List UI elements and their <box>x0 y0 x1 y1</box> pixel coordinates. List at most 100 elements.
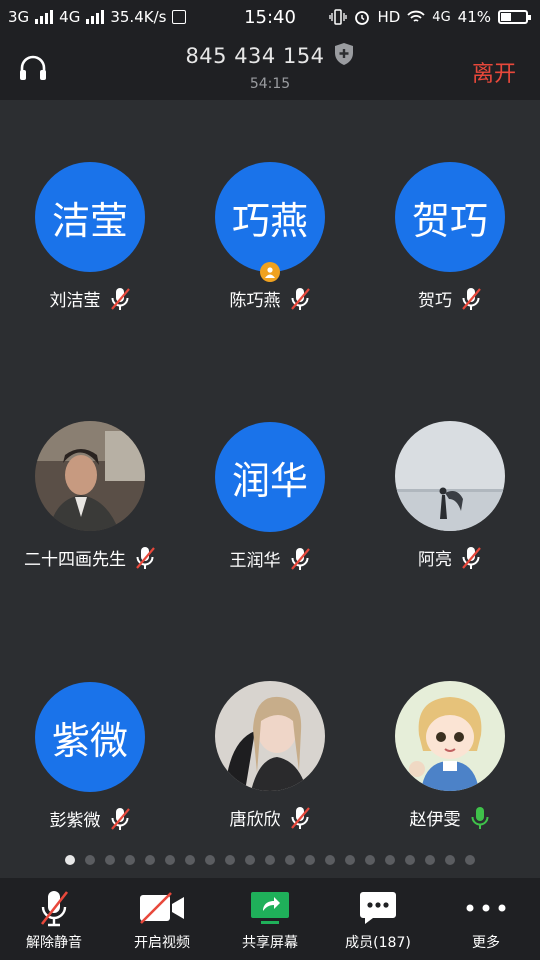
participant-tile[interactable]: 唐欣欣 <box>180 681 360 830</box>
participant-avatar: 紫微 <box>35 682 145 792</box>
figure-on-beach-photo <box>395 421 505 531</box>
page-dot[interactable] <box>325 855 335 865</box>
participant-name: 陈巧燕 <box>229 291 281 311</box>
participant-name: 王润华 <box>229 551 281 571</box>
chat-bubble-icon <box>360 892 396 924</box>
page-dot[interactable] <box>85 855 95 865</box>
participant-name-row: 陈巧燕 <box>180 286 360 311</box>
bottom-toolbar: 解除静音 开启视频 共享屏幕 成员(187) 更多 <box>0 878 540 960</box>
share-screen-label: 共享屏幕 <box>242 935 298 951</box>
page-dot[interactable] <box>425 855 435 865</box>
page-dot[interactable] <box>385 855 395 865</box>
mic-muted-icon <box>40 891 69 927</box>
participant-avatar: 贺巧 <box>395 162 505 272</box>
meeting-duration: 54:15 <box>249 76 291 92</box>
unmute-label: 解除静音 <box>26 935 82 951</box>
page-dot[interactable] <box>365 855 375 865</box>
page-dot[interactable] <box>465 855 475 865</box>
participant-tile[interactable]: 阿亮 <box>360 421 540 570</box>
participant-name: 阿亮 <box>418 550 452 570</box>
battery-icon <box>498 10 531 24</box>
page-dot[interactable] <box>125 855 135 865</box>
start-video-button[interactable]: 开启视频 <box>108 878 216 960</box>
page-dot[interactable] <box>225 855 235 865</box>
participant-name-row: 贺巧 <box>360 286 540 311</box>
mic-muted-icon <box>110 807 130 830</box>
members-button[interactable]: 成员(187) <box>324 878 432 960</box>
participant-name-row: 赵伊雯 <box>360 805 540 830</box>
participant-name: 刘洁莹 <box>49 291 101 311</box>
battery-percent: 41% <box>457 8 491 26</box>
more-label: 更多 <box>472 935 500 951</box>
page-dot[interactable] <box>405 855 415 865</box>
mic-muted-icon <box>290 547 310 570</box>
page-dot[interactable] <box>265 855 275 865</box>
participant-name: 赵伊雯 <box>409 810 461 830</box>
more-icon <box>466 904 506 912</box>
network-type-3: 4G <box>432 9 451 25</box>
vibrate-icon <box>329 9 348 25</box>
mic-muted-icon <box>290 287 310 310</box>
participant-avatar: 洁莹 <box>35 162 145 272</box>
page-dot[interactable] <box>345 855 355 865</box>
participant-tile[interactable]: 洁莹 刘洁莹 <box>0 162 180 311</box>
page-dot[interactable] <box>285 855 295 865</box>
avatar-initials: 洁莹 <box>51 198 128 243</box>
participant-tile[interactable]: 润华 王润华 <box>180 422 360 571</box>
page-dot[interactable] <box>65 855 75 865</box>
participant-avatar: 巧燕 <box>215 162 325 282</box>
participant-name-row: 刘洁莹 <box>0 286 180 311</box>
participant-avatar <box>395 681 505 791</box>
avatar-initials: 润华 <box>231 458 308 503</box>
page-dot[interactable] <box>165 855 175 865</box>
page-dot[interactable] <box>245 855 255 865</box>
mic-muted-icon <box>110 287 130 310</box>
more-button[interactable]: 更多 <box>432 878 540 960</box>
leave-button[interactable]: 离开 <box>472 56 516 88</box>
page-dot[interactable] <box>305 855 315 865</box>
participant-avatar <box>35 421 145 531</box>
meeting-header: 845 434 154 54:15 离开 <box>0 36 540 100</box>
avatar-initials: 紫微 <box>51 718 128 763</box>
participant-name-row: 王润华 <box>180 546 360 571</box>
man-in-car-photo <box>35 421 145 531</box>
mic-muted-icon <box>462 546 481 569</box>
participant-name: 二十四画先生 <box>24 550 126 570</box>
meeting-id[interactable]: 845 434 154 <box>0 42 540 68</box>
page-dot[interactable] <box>105 855 115 865</box>
girl-portrait-photo <box>215 681 325 791</box>
page-dot[interactable] <box>445 855 455 865</box>
wifi-icon <box>407 10 425 22</box>
meeting-id-text: 845 434 154 <box>185 44 325 68</box>
video-off-icon <box>140 892 184 924</box>
page-indicator[interactable] <box>0 855 540 865</box>
mic-muted-icon <box>290 806 310 829</box>
mic-muted-icon <box>136 546 155 569</box>
status-right: HD 4G 41% <box>329 8 531 26</box>
participant-name: 彭紫微 <box>49 811 101 831</box>
shield-icon <box>334 43 353 65</box>
page-dot[interactable] <box>185 855 195 865</box>
mic-active-icon <box>471 806 488 829</box>
participant-name-row: 彭紫微 <box>0 806 180 831</box>
share-screen-button[interactable]: 共享屏幕 <box>216 878 324 960</box>
participant-tile[interactable]: 紫微 彭紫微 <box>0 682 180 831</box>
page-dot[interactable] <box>205 855 215 865</box>
mic-muted-icon <box>462 287 481 310</box>
host-badge-icon <box>260 262 280 282</box>
participant-avatar: 润华 <box>215 422 325 532</box>
participant-tile[interactable]: 赵伊雯 <box>360 681 540 830</box>
share-screen-icon <box>251 892 289 924</box>
participant-avatar <box>215 681 325 791</box>
participant-avatar <box>395 421 505 531</box>
start-video-label: 开启视频 <box>134 935 190 951</box>
alarm-icon <box>355 11 370 25</box>
participant-name-row: 二十四画先生 <box>0 545 180 570</box>
participant-tile[interactable]: 二十四画先生 <box>0 421 180 570</box>
participant-tile[interactable]: 贺巧 贺巧 <box>360 162 540 311</box>
unmute-button[interactable]: 解除静音 <box>0 878 108 960</box>
participant-tile[interactable]: 巧燕陈巧燕 <box>180 162 360 311</box>
participant-name: 唐欣欣 <box>229 810 281 830</box>
page-dot[interactable] <box>145 855 155 865</box>
anime-character-photo <box>395 681 505 791</box>
